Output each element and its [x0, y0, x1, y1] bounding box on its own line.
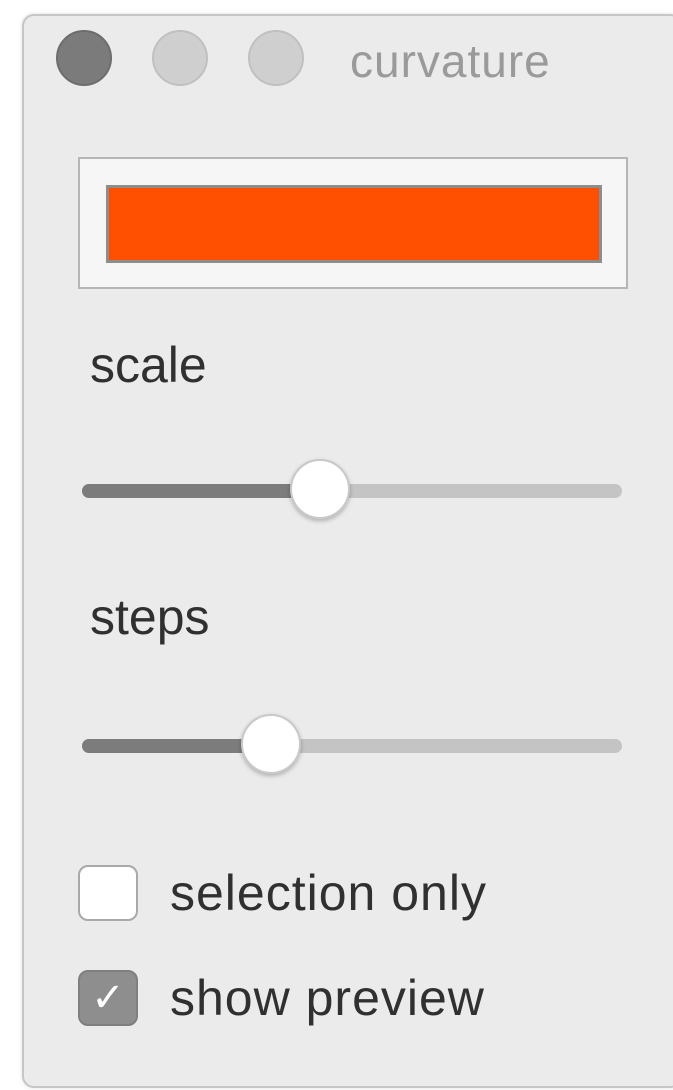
color-swatch[interactable]	[106, 185, 602, 263]
selection-only-row[interactable]: selection only	[78, 861, 487, 925]
selection-only-label[interactable]: selection only	[170, 864, 487, 922]
window-title: curvature	[350, 35, 551, 87]
steps-slider[interactable]	[82, 711, 622, 781]
show-preview-checkbox[interactable]: ✓	[78, 970, 138, 1026]
color-well[interactable]	[78, 157, 628, 289]
close-button-icon[interactable]	[56, 30, 112, 86]
steps-slider-knob[interactable]	[241, 714, 301, 774]
scale-slider-knob[interactable]	[289, 459, 350, 519]
scale-slider-fill	[82, 484, 320, 498]
title-bar[interactable]: curvature	[24, 16, 673, 106]
show-preview-row[interactable]: ✓ show preview	[78, 966, 485, 1030]
minimize-button-icon[interactable]	[152, 30, 208, 86]
scale-slider[interactable]	[82, 456, 622, 526]
curvature-window: curvature scale steps selection only ✓ s…	[22, 14, 673, 1088]
steps-label: steps	[90, 589, 210, 645]
scale-label: scale	[90, 337, 207, 393]
selection-only-checkbox[interactable]	[78, 865, 138, 921]
check-mark-icon: ✓	[91, 975, 125, 1021]
show-preview-label[interactable]: show preview	[170, 969, 485, 1027]
zoom-button-icon[interactable]	[248, 30, 304, 86]
